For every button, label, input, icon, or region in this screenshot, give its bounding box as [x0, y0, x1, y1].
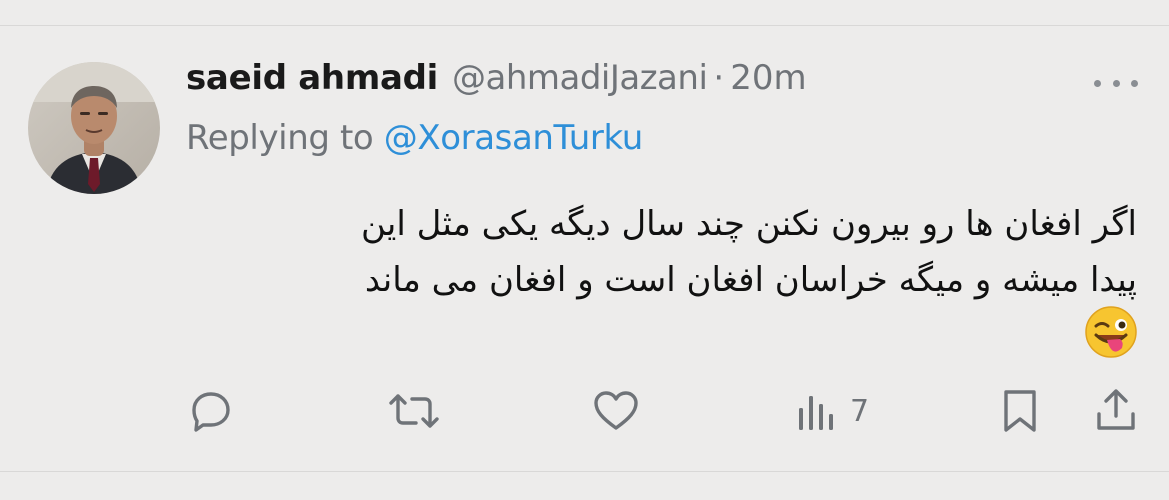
divider: [0, 471, 1169, 472]
views-button[interactable]: 7: [796, 388, 869, 434]
views-icon: [799, 396, 833, 430]
views-count: 7: [850, 393, 870, 429]
reply-button[interactable]: [186, 388, 234, 434]
tweet-view: saeid ahmadi @ahmadiJazani · 20m Replyin…: [0, 0, 1169, 500]
like-icon: [594, 391, 638, 430]
replying-to-mention[interactable]: @XorasanTurku: [384, 118, 644, 158]
retweet-icon: [389, 394, 439, 428]
bookmark-icon: [1004, 390, 1036, 432]
avatar[interactable]: [28, 62, 160, 194]
retweet-button[interactable]: [388, 388, 440, 434]
separator-dot: ·: [713, 58, 725, 98]
dot: [1131, 79, 1138, 87]
reply-icon: [192, 392, 230, 432]
replying-to-line: Replying to @XorasanTurku: [186, 118, 643, 158]
tweet-text-line: پیدا میشه و میگه خراسان افغان است و افغا…: [364, 260, 1137, 300]
avatar-photo: [28, 62, 160, 194]
like-button[interactable]: [592, 388, 640, 434]
tweet-header: saeid ahmadi @ahmadiJazani · 20m: [186, 58, 807, 108]
dot: [1094, 79, 1101, 87]
tweet-text: اگر افغان ها رو بیرون نکنن چند سال دیگه …: [217, 196, 1137, 308]
bookmark-button[interactable]: [1000, 388, 1040, 434]
author-name[interactable]: saeid ahmadi: [186, 58, 438, 98]
more-options-icon[interactable]: [1094, 72, 1138, 94]
dot: [1112, 79, 1120, 87]
replying-to-prefix: Replying to: [186, 118, 374, 158]
winking-face-with-tongue-icon: [1082, 304, 1140, 362]
share-icon: [1097, 389, 1135, 430]
author-handle[interactable]: @ahmadiJazani: [452, 58, 708, 98]
divider: [0, 25, 1169, 26]
tweet-text-line: اگر افغان ها رو بیرون نکنن چند سال دیگه …: [361, 204, 1137, 244]
share-button[interactable]: [1094, 388, 1138, 434]
timestamp[interactable]: 20m: [730, 58, 806, 98]
